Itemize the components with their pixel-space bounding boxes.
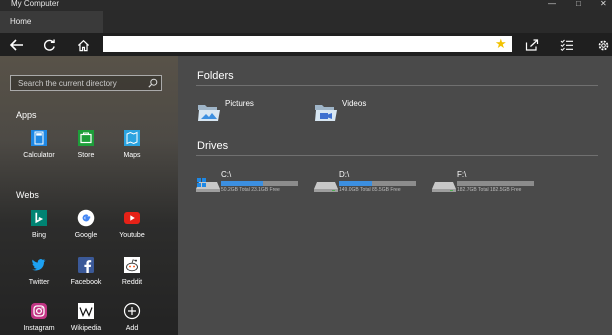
app-maps[interactable]: Maps <box>104 128 160 159</box>
maximize-button[interactable]: □ <box>576 0 581 8</box>
checklist-icon <box>560 39 573 51</box>
drive-name: F:\ <box>457 170 467 179</box>
twitter-icon <box>29 255 49 275</box>
folders-heading: Folders <box>197 70 234 82</box>
drive-f[interactable]: F:\ 182.7GB Total 182.5GB Free <box>432 170 542 198</box>
drive-icon <box>314 182 338 192</box>
search-placeholder: Search the current directory <box>18 79 117 88</box>
wikipedia-icon <box>76 301 96 321</box>
web-label: Reddit <box>121 279 143 286</box>
drive-size: 50.2GB Total 23.1GB Free <box>221 187 280 193</box>
refresh-icon <box>43 39 55 51</box>
drive-usage-fill <box>221 181 263 186</box>
app-label: Maps <box>123 152 141 159</box>
web-label: Youtube <box>119 232 145 239</box>
reddit-icon <box>122 255 142 275</box>
drive-usage-bar <box>457 181 534 186</box>
home-icon <box>77 39 89 51</box>
search-input[interactable]: Search the current directory <box>10 75 162 91</box>
pictures-folder-icon <box>198 105 220 121</box>
favorite-star-icon[interactable]: ★ <box>495 36 507 52</box>
drive-usage-fill <box>339 181 373 186</box>
maps-icon <box>122 128 142 148</box>
settings-button[interactable] <box>595 37 611 53</box>
list-view-button[interactable] <box>559 37 575 53</box>
tab-home[interactable]: Home <box>0 11 103 33</box>
drive-name: D:\ <box>339 170 350 179</box>
folder-label: Videos <box>342 99 367 108</box>
web-youtube[interactable]: Youtube <box>104 208 160 239</box>
system-drive-icon <box>196 178 220 192</box>
add-icon <box>122 301 142 321</box>
youtube-icon <box>122 208 142 228</box>
drive-size: 149.0GB Total 85.5GB Free <box>339 187 401 193</box>
folder-videos[interactable]: Videos <box>314 99 367 122</box>
videos-folder-icon <box>315 105 337 121</box>
add-label: Add <box>125 325 139 332</box>
search-icon <box>148 78 158 88</box>
address-bar[interactable] <box>103 36 512 52</box>
drive-usage-bar <box>339 181 416 186</box>
drives-heading: Drives <box>197 140 229 152</box>
drive-d[interactable]: D:\ 149.0GB Total 85.5GB Free <box>314 170 424 198</box>
apps-heading: Apps <box>16 110 37 120</box>
tab-label: Home <box>10 17 32 26</box>
web-reddit[interactable]: Reddit <box>104 255 160 286</box>
drive-c[interactable]: C:\ 50.2GB Total 23.1GB Free <box>196 170 306 198</box>
google-icon <box>76 208 96 228</box>
drive-size: 182.7GB Total 182.5GB Free <box>457 187 522 193</box>
calculator-icon <box>29 128 49 148</box>
drive-usage-bar <box>221 181 298 186</box>
drives-divider <box>196 155 598 156</box>
back-arrow-icon <box>10 39 23 51</box>
gear-icon <box>598 40 608 50</box>
add-web-button[interactable]: Add <box>104 301 160 332</box>
facebook-icon <box>76 255 96 275</box>
instagram-icon <box>29 301 49 321</box>
folders-divider <box>196 85 598 86</box>
minimize-button[interactable]: — <box>548 0 556 8</box>
share-button[interactable] <box>524 37 540 53</box>
drive-icon <box>432 182 456 192</box>
refresh-button[interactable] <box>41 37 57 53</box>
share-icon <box>525 39 539 51</box>
webs-heading: Webs <box>16 190 39 200</box>
back-button[interactable] <box>9 37 25 53</box>
store-icon <box>76 128 96 148</box>
title-bar: My Computer — □ ✕ <box>0 0 612 10</box>
drive-name: C:\ <box>221 170 232 179</box>
folder-label: Pictures <box>225 99 254 108</box>
bing-icon <box>29 208 49 228</box>
close-button[interactable]: ✕ <box>600 0 607 8</box>
home-button[interactable] <box>75 37 91 53</box>
folder-pictures[interactable]: Pictures <box>197 99 254 122</box>
window-title: My Computer <box>11 0 60 8</box>
